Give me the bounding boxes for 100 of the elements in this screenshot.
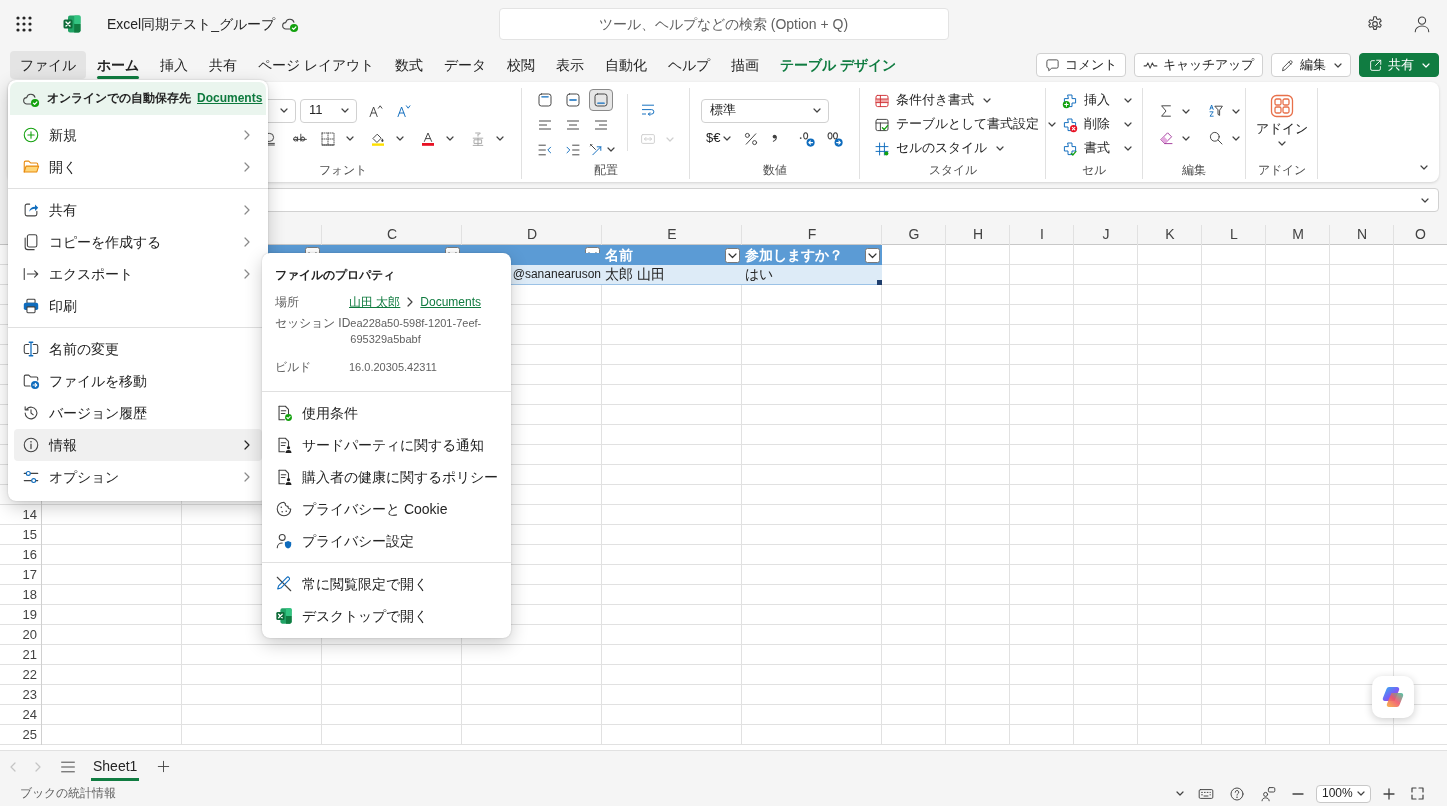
row-header[interactable]: 20 <box>0 625 42 645</box>
fullscreen-icon[interactable] <box>1411 787 1424 800</box>
ribbon-tab[interactable]: ホーム <box>87 51 149 79</box>
settings-icon[interactable] <box>1366 15 1384 33</box>
ribbon-tab[interactable]: ヘルプ <box>657 51 720 79</box>
caret-icon[interactable] <box>446 136 454 141</box>
font-size-dropdown[interactable]: 11 <box>300 98 357 123</box>
style-command[interactable]: 条件付き書式 <box>874 88 1056 113</box>
caret-icon[interactable] <box>1232 108 1240 114</box>
row-header[interactable]: 25 <box>0 725 42 745</box>
caret-icon[interactable] <box>346 136 354 141</box>
caret-icon[interactable] <box>496 136 504 141</box>
filter-dropdown-icon[interactable] <box>865 247 880 263</box>
row-header[interactable]: 14 <box>0 505 42 525</box>
caret-icon[interactable] <box>606 147 615 152</box>
ribbon-tab[interactable]: テーブル デザイン <box>769 51 906 79</box>
column-header[interactable]: M <box>1266 225 1330 245</box>
column-header[interactable]: O <box>1394 225 1447 245</box>
resize-handle[interactable] <box>877 280 882 285</box>
workbook-statistics-link[interactable]: ブックの統計情報 <box>20 785 116 802</box>
style-command[interactable]: セルのスタイル <box>874 136 1056 161</box>
menu-item[interactable]: 常に閲覧限定で開く <box>268 568 505 600</box>
zoom-dropdown[interactable]: 100% <box>1316 784 1371 803</box>
row-header[interactable]: 17 <box>0 565 42 585</box>
assistant-button[interactable] <box>1372 676 1414 718</box>
sort-filter-icon[interactable] <box>1208 103 1224 119</box>
caret-icon[interactable] <box>1182 135 1190 141</box>
cells-command[interactable]: 挿入 <box>1062 88 1132 113</box>
help-icon[interactable] <box>1229 785 1245 802</box>
column-header[interactable]: J <box>1074 225 1138 245</box>
search-icon[interactable] <box>1208 130 1224 146</box>
vertical-align-button[interactable] <box>589 88 613 111</box>
ribbon-tab[interactable]: データ <box>433 51 496 79</box>
sum-icon[interactable] <box>1158 103 1174 119</box>
ribbon-tab[interactable]: 数式 <box>384 51 433 79</box>
percent-icon[interactable] <box>743 130 760 147</box>
caret-icon[interactable] <box>396 136 404 141</box>
plus-icon[interactable] <box>1383 787 1395 800</box>
column-header[interactable]: F <box>742 225 882 245</box>
menu-item[interactable]: バージョン履歴 <box>14 397 262 429</box>
style-command[interactable]: テーブルとして書式設定 <box>874 112 1056 137</box>
currency-button[interactable]: $€ <box>706 130 732 147</box>
action-button[interactable]: 共有 <box>1359 53 1439 77</box>
cells-command[interactable]: 書式 <box>1062 136 1132 161</box>
borders-icon[interactable] <box>320 130 336 147</box>
menu-item[interactable]: デスクトップで開く <box>268 600 505 632</box>
document-title[interactable]: Excel同期テスト_グループ <box>107 14 276 34</box>
menu-item[interactable]: プライバシー設定 <box>268 525 505 557</box>
menu-item[interactable]: エクスポート <box>14 258 262 290</box>
menu-item[interactable]: 共有 <box>14 194 262 226</box>
number-format-dropdown[interactable]: 標準 <box>701 98 829 123</box>
wrap-text-icon[interactable] <box>640 102 656 118</box>
decrease-decimal-icon[interactable] <box>798 129 817 148</box>
column-header[interactable]: I <box>1010 225 1074 245</box>
column-header[interactable]: K <box>1138 225 1202 245</box>
ribbon-tab[interactable]: 挿入 <box>150 51 198 79</box>
person-icon[interactable] <box>1413 15 1431 33</box>
row-header[interactable]: 22 <box>0 665 42 685</box>
documents-link[interactable]: Documents <box>197 90 263 107</box>
column-header[interactable]: E <box>602 225 742 245</box>
row-header[interactable]: 18 <box>0 585 42 605</box>
row-header[interactable]: 16 <box>0 545 42 565</box>
column-header[interactable]: N <box>1330 225 1394 245</box>
menu-item[interactable]: オプション <box>14 461 262 493</box>
filter-dropdown-icon[interactable] <box>725 247 740 263</box>
menu-item[interactable]: コピーを作成する <box>14 226 262 258</box>
row-header[interactable]: 21 <box>0 645 42 665</box>
row-header[interactable]: 24 <box>0 705 42 725</box>
waffle-icon[interactable] <box>16 16 32 32</box>
search-field[interactable]: ツール、ヘルプなどの検索 (Option + Q) <box>498 8 949 40</box>
cells-command[interactable]: 削除 <box>1062 112 1132 137</box>
sheet-tab[interactable]: Sheet1 <box>91 751 140 782</box>
action-button[interactable]: 編集 <box>1271 53 1351 77</box>
location-link[interactable]: 山田 太郎 <box>349 294 401 310</box>
ribbon-tab[interactable]: 校閲 <box>496 51 545 79</box>
menu-item[interactable]: サードパーティに関する通知 <box>268 429 505 461</box>
menu-item[interactable]: 開く <box>14 151 262 183</box>
ribbon-tab[interactable]: 共有 <box>199 51 247 79</box>
font-color-icon[interactable] <box>420 130 436 147</box>
ribbon-tab[interactable]: 自動化 <box>594 51 657 79</box>
column-header[interactable]: L <box>1202 225 1266 245</box>
column-header[interactable]: D <box>462 225 602 245</box>
caret-icon[interactable] <box>1182 108 1190 114</box>
caret-icon[interactable] <box>1176 791 1184 796</box>
increase-decimal-icon[interactable] <box>826 129 845 148</box>
ribbon-tab[interactable]: 描画 <box>720 51 769 79</box>
person-feedback-icon[interactable] <box>1260 785 1276 802</box>
location-link[interactable]: Documents <box>420 294 482 310</box>
menu-item[interactable]: 情報 <box>14 429 262 461</box>
action-button[interactable]: キャッチアップ <box>1134 53 1263 77</box>
menu-item[interactable]: プライバシーと Cookie <box>268 493 505 525</box>
text-orientation-icon[interactable] <box>587 141 604 158</box>
ribbon-tab[interactable]: 表示 <box>545 51 594 79</box>
caret-icon[interactable] <box>1232 135 1240 141</box>
ribbon-tab[interactable]: ページ レイアウト <box>248 51 384 79</box>
action-button[interactable]: コメント <box>1036 53 1126 77</box>
column-header[interactable]: C <box>322 225 462 245</box>
caret-icon[interactable] <box>1420 165 1428 170</box>
column-header[interactable]: G <box>882 225 946 245</box>
caret-icon[interactable] <box>1421 197 1429 203</box>
